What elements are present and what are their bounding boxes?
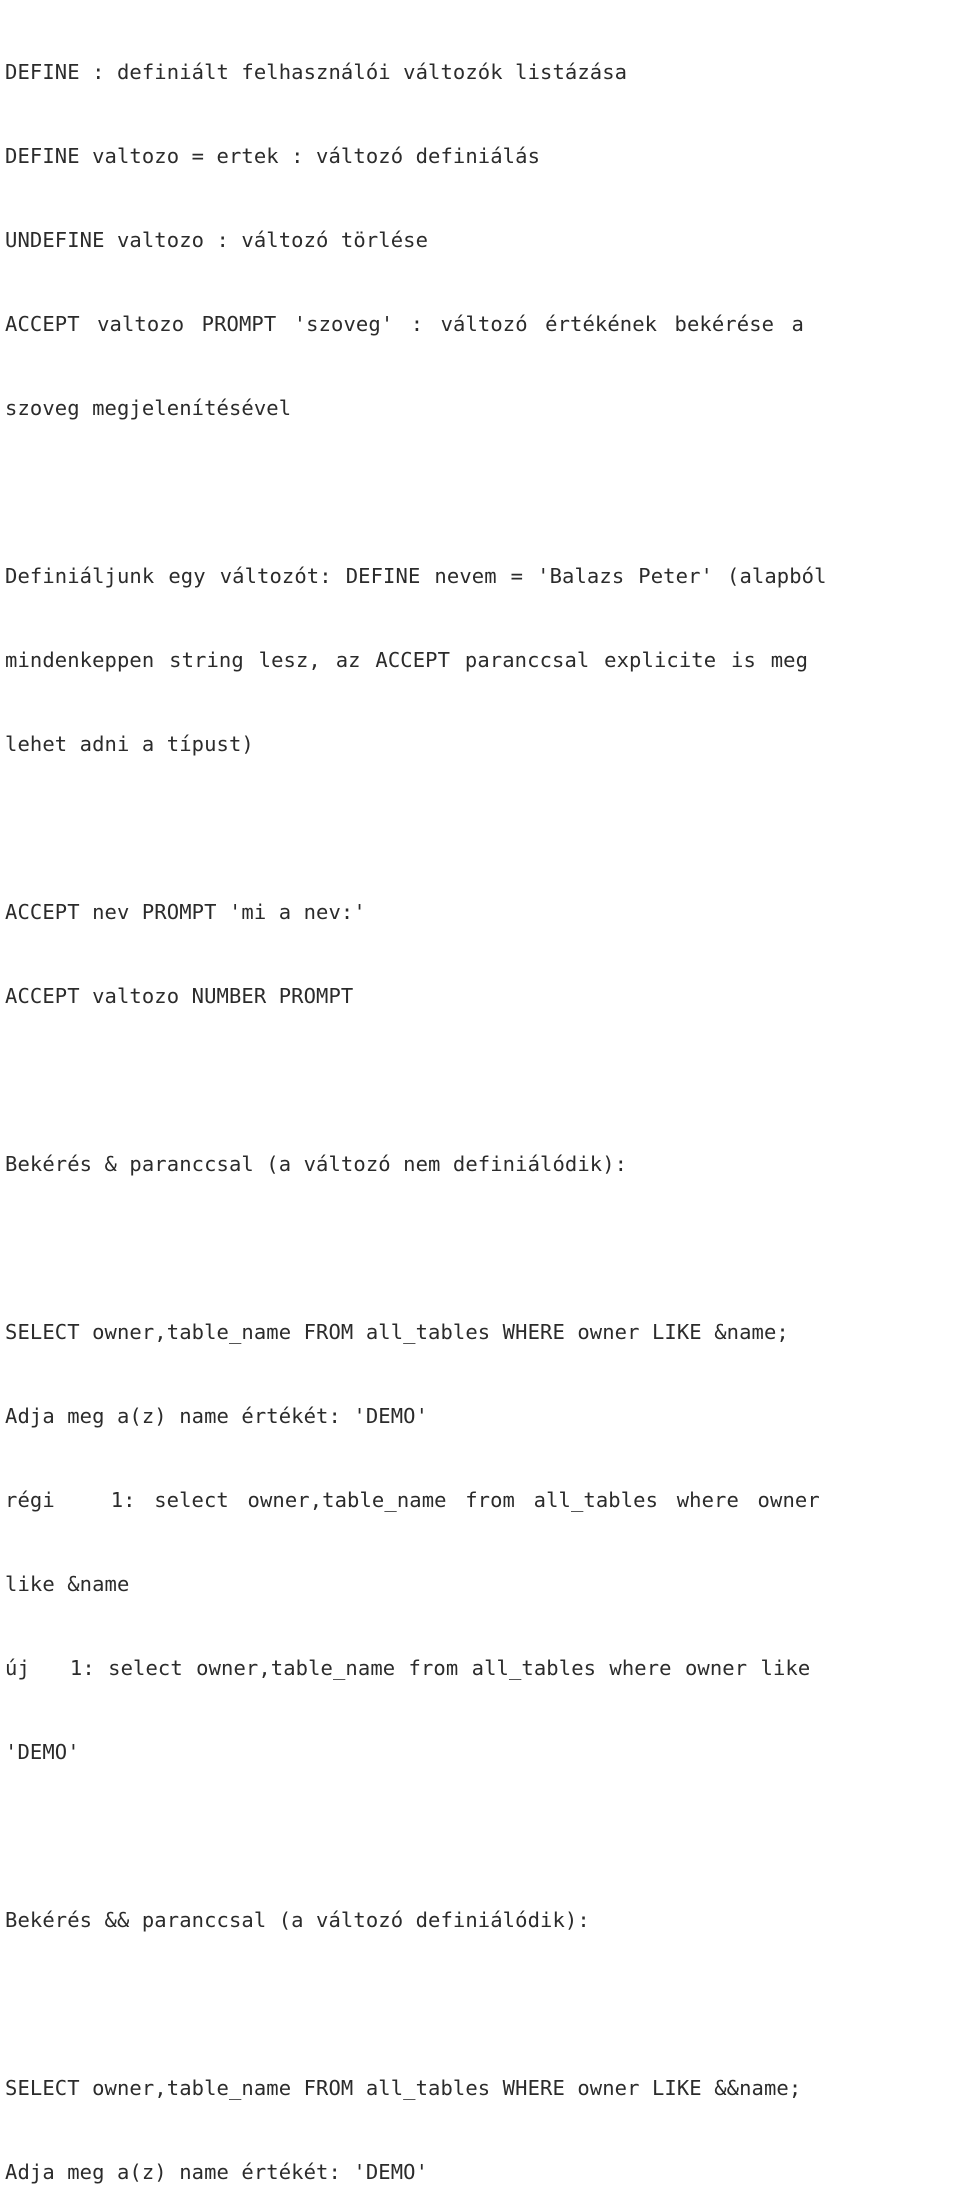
text-line: ACCEPT valtozo NUMBER PROMPT [5, 984, 354, 1008]
text-line: lehet adni a típust) [5, 732, 254, 756]
text-line: Definiáljunk egy változót: DEFINE nevem … [5, 564, 827, 588]
text-line: Bekérés & paranccsal (a változó nem defi… [5, 1152, 628, 1176]
text-line: új 1: select owner,table_name from all_t… [5, 1656, 811, 1680]
single-ampersand-heading-block: Bekérés & paranccsal (a változó nem defi… [5, 1094, 956, 1234]
define-example-block: Definiáljunk egy változót: DEFINE nevem … [5, 506, 956, 814]
single-ampersand-example-block: SELECT owner,table_name FROM all_tables … [5, 1262, 956, 1822]
text-line: szoveg megjelenítésével [5, 396, 292, 420]
accept-example-block: ACCEPT nev PROMPT 'mi a nev:' ACCEPT val… [5, 842, 956, 1066]
text-line: DEFINE valtozo = ertek : változó definiá… [5, 144, 541, 168]
text-line: SELECT owner,table_name FROM all_tables … [5, 2076, 802, 2100]
text-line: UNDEFINE valtozo : változó törlése [5, 228, 429, 252]
text-line: SELECT owner,table_name FROM all_tables … [5, 1320, 789, 1344]
double-ampersand-heading-block: Bekérés && paranccsal (a változó definiá… [5, 1850, 956, 1990]
text-line: Adja meg a(z) name értékét: 'DEMO' [5, 1404, 429, 1428]
text-line: 'DEMO' [5, 1740, 80, 1764]
command-reference-block: DEFINE : definiált felhasználói változók… [5, 2, 956, 478]
text-line: Adja meg a(z) name értékét: 'DEMO' [5, 2160, 429, 2184]
text-line: DEFINE : definiált felhasználói változók… [5, 60, 628, 84]
text-line: régi 1: select owner,table_name from all… [5, 1488, 820, 1512]
text-line: ACCEPT valtozo PROMPT 'szoveg' : változó… [5, 312, 804, 336]
double-ampersand-example-block: SELECT owner,table_name FROM all_tables … [5, 2018, 956, 2210]
text-line: like &name [5, 1572, 130, 1596]
text-line: Bekérés && paranccsal (a változó definiá… [5, 1908, 590, 1932]
text-line: mindenkeppen string lesz, az ACCEPT para… [5, 648, 809, 672]
document-page: DEFINE : definiált felhasználói változók… [0, 0, 960, 2210]
text-line: ACCEPT nev PROMPT 'mi a nev:' [5, 900, 366, 924]
